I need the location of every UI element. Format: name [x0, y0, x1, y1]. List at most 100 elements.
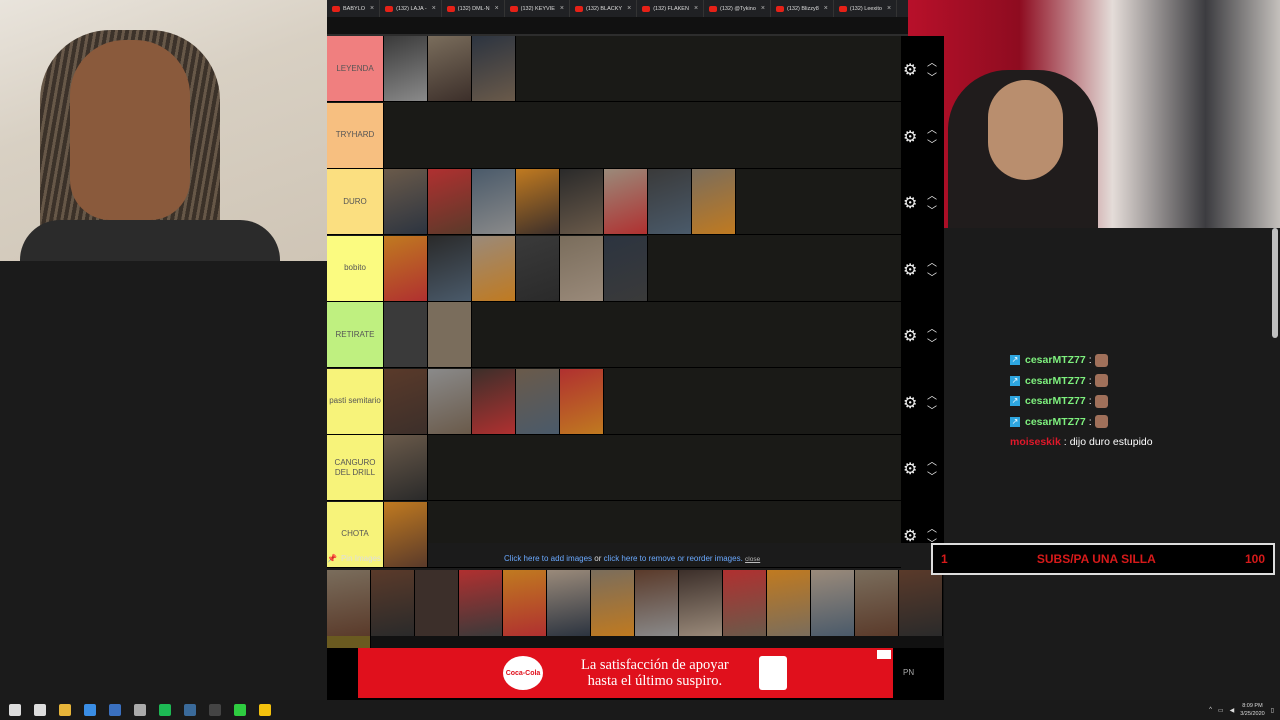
chevron-down-icon[interactable]: ﹀ — [927, 335, 937, 350]
chat-username[interactable]: cesarMTZ77 — [1025, 375, 1086, 387]
close-tab-icon[interactable]: × — [824, 5, 828, 12]
store-icon[interactable] — [109, 704, 121, 716]
pen-icon[interactable] — [134, 704, 146, 716]
pool-image[interactable] — [635, 570, 679, 636]
spotify-icon[interactable] — [159, 704, 171, 716]
tier-image[interactable] — [428, 169, 472, 234]
tier-image[interactable] — [516, 235, 560, 301]
pool-image[interactable] — [327, 636, 371, 648]
tier-image[interactable] — [384, 36, 428, 101]
network-icon[interactable]: ▭ — [1218, 707, 1224, 714]
chevron-up-icon[interactable]: ︿ — [927, 54, 937, 69]
pool-image[interactable] — [679, 570, 723, 636]
gear-icon[interactable]: ⚙ — [903, 459, 917, 479]
start-icon[interactable] — [9, 704, 21, 716]
chat-username[interactable]: moiseskik — [1010, 436, 1061, 448]
pool-image[interactable] — [855, 570, 899, 636]
browser-tab[interactable]: (132) @Tykino × — [704, 0, 771, 17]
close-tab-icon[interactable]: × — [761, 5, 765, 12]
tier-image[interactable] — [472, 235, 516, 301]
chevron-down-icon[interactable]: ﹀ — [927, 202, 937, 217]
steam-icon[interactable] — [184, 704, 196, 716]
obs-icon[interactable] — [209, 704, 221, 716]
clock[interactable]: 8:09 PM 3/25/2020 — [1240, 702, 1264, 718]
coca-cola-ad-banner[interactable]: Coca-Cola La satisfacción de apoyar hast… — [358, 648, 893, 698]
pool-image[interactable] — [723, 570, 767, 636]
tier-image[interactable] — [384, 302, 428, 367]
gear-icon[interactable]: ⚙ — [903, 60, 917, 80]
pin-icon[interactable]: 📌 — [327, 554, 337, 563]
close-tab-icon[interactable]: × — [627, 5, 631, 12]
pool-image[interactable] — [415, 570, 459, 636]
chevron-up-icon[interactable]: ^ — [1209, 707, 1212, 713]
close-tab-icon[interactable]: × — [432, 5, 436, 12]
pool-image[interactable] — [371, 570, 415, 636]
close-tab-icon[interactable]: × — [495, 5, 499, 12]
tier-label[interactable]: DURO — [327, 169, 384, 234]
tier-image[interactable] — [428, 368, 472, 434]
gear-icon[interactable]: ⚙ — [903, 393, 917, 413]
chrome-icon[interactable] — [259, 704, 271, 716]
tier-image[interactable] — [384, 235, 428, 301]
tier-label[interactable]: CANGURO DEL DRILL — [327, 435, 384, 500]
tier-label[interactable]: pasti semitario — [327, 368, 384, 434]
ad-choices-icon[interactable] — [877, 650, 891, 659]
tier-image[interactable] — [472, 169, 516, 234]
file-explorer-icon[interactable] — [59, 704, 71, 716]
chat-username[interactable]: cesarMTZ77 — [1025, 395, 1086, 407]
browser-tab[interactable]: (132) KEYVIE × — [505, 0, 571, 17]
pool-image[interactable] — [459, 570, 503, 636]
search-icon[interactable] — [34, 704, 46, 716]
pool-image[interactable] — [899, 570, 943, 636]
gear-icon[interactable]: ⚙ — [903, 260, 917, 280]
pool-image[interactable] — [767, 570, 811, 636]
tier-image[interactable] — [428, 36, 472, 101]
tier-image[interactable] — [604, 235, 648, 301]
tier-image[interactable] — [604, 169, 648, 234]
tier-image[interactable] — [428, 235, 472, 301]
pool-image[interactable] — [327, 570, 371, 636]
pin-images-label[interactable]: Pin Images — [341, 554, 381, 563]
remove-images-link[interactable]: click here to remove or reorder images. — [604, 554, 743, 563]
add-images-link[interactable]: Click here to add images — [504, 554, 592, 563]
close-link[interactable]: close — [745, 556, 760, 563]
tier-image[interactable] — [560, 368, 604, 434]
pool-image[interactable] — [503, 570, 547, 636]
tier-image[interactable] — [384, 169, 428, 234]
chevron-up-icon[interactable]: ︿ — [927, 320, 937, 335]
close-tab-icon[interactable]: × — [560, 5, 564, 12]
gear-icon[interactable]: ⚙ — [903, 193, 917, 213]
tier-image[interactable] — [384, 368, 428, 434]
gear-icon[interactable]: ⚙ — [903, 526, 917, 546]
browser-tab[interactable]: BABYLO × — [327, 0, 381, 17]
tier-image[interactable] — [516, 169, 560, 234]
chevron-up-icon[interactable]: ︿ — [927, 520, 937, 535]
browser-tab[interactable]: (132) Blizzy8 × — [771, 0, 834, 17]
chevron-up-icon[interactable]: ︿ — [927, 254, 937, 269]
edge-icon[interactable] — [84, 704, 96, 716]
chevron-down-icon[interactable]: ﹀ — [927, 136, 937, 151]
chevron-down-icon[interactable]: ﹀ — [927, 69, 937, 84]
browser-tab[interactable]: (132) Leexito × — [834, 0, 898, 17]
app-green-icon[interactable] — [234, 704, 246, 716]
pool-image[interactable] — [811, 570, 855, 636]
scrollbar[interactable] — [1272, 228, 1278, 338]
close-tab-icon[interactable]: × — [694, 5, 698, 12]
chevron-down-icon[interactable]: ﹀ — [927, 269, 937, 284]
tier-image[interactable] — [472, 368, 516, 434]
tier-label[interactable]: LEYENDA — [327, 36, 384, 101]
gear-icon[interactable]: ⚙ — [903, 127, 917, 147]
browser-tab[interactable]: (132) DML-N × — [442, 0, 505, 17]
tier-image[interactable] — [472, 36, 516, 101]
close-tab-icon[interactable]: × — [887, 5, 891, 12]
chevron-up-icon[interactable]: ︿ — [927, 387, 937, 402]
chat-username[interactable]: cesarMTZ77 — [1025, 354, 1086, 366]
browser-tab[interactable]: (132) LAJA - × — [380, 0, 442, 17]
tier-image[interactable] — [692, 169, 736, 234]
browser-tab[interactable]: (132) FLAKEN × — [637, 0, 705, 17]
close-tab-icon[interactable]: × — [370, 5, 374, 12]
tier-image[interactable] — [560, 169, 604, 234]
tier-image[interactable] — [428, 302, 472, 367]
gear-icon[interactable]: ⚙ — [903, 326, 917, 346]
chevron-up-icon[interactable]: ︿ — [927, 187, 937, 202]
